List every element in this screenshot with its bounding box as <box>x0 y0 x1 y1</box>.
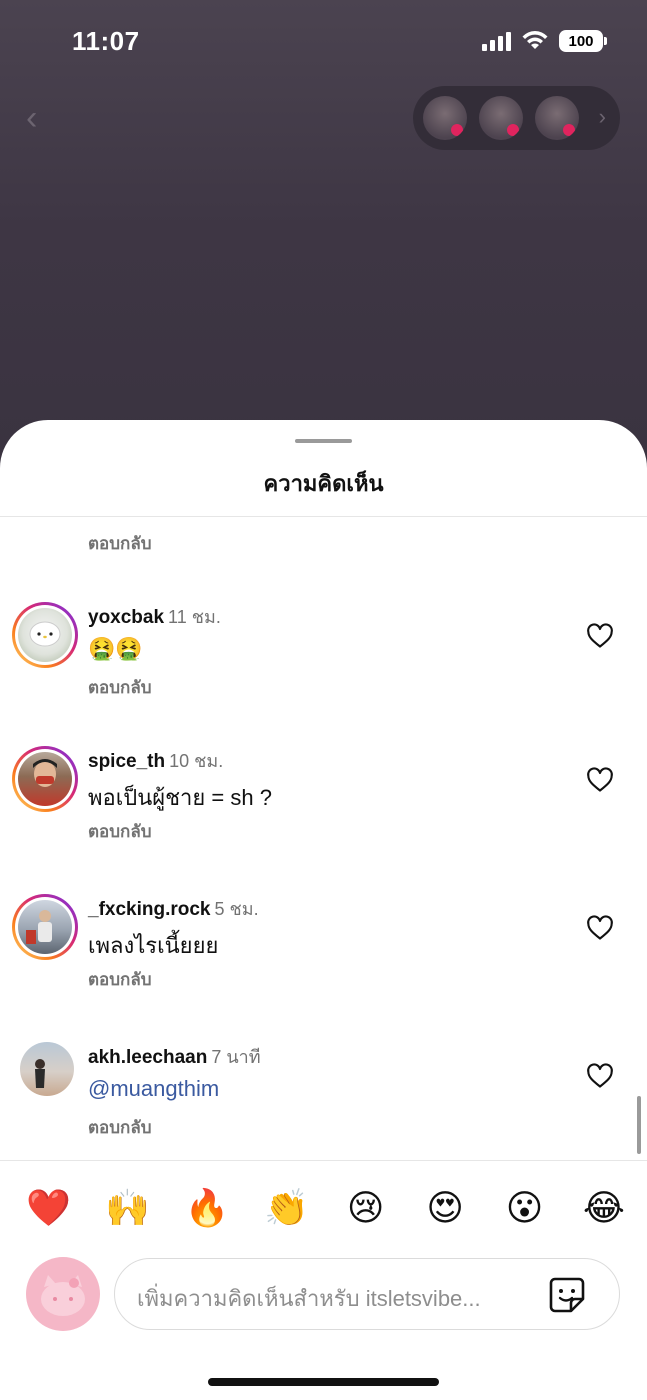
comment-item: spice_th 10 ชม. พอเป็นผู้ชาย = sh ? ตอบกล… <box>0 746 647 866</box>
wifi-icon <box>522 31 548 49</box>
heart-icon <box>563 124 575 136</box>
avatar[interactable] <box>12 602 78 668</box>
status-bar: 11:07 100 <box>0 0 647 86</box>
emoji-fire-button[interactable]: 🔥 <box>185 1186 230 1230</box>
story-viewers-pill[interactable]: › <box>413 86 620 150</box>
comment-time: 10 ชม. <box>169 751 224 771</box>
sticker-icon[interactable] <box>547 1275 587 1315</box>
comment-item: _fxcking.rock 5 ชม. เพลงไรเนี้ยยย ตอบกลับ <box>0 894 647 1014</box>
current-user-avatar <box>26 1257 100 1331</box>
heart-outline-icon[interactable] <box>586 622 614 650</box>
username-text[interactable]: spice_th <box>88 751 165 772</box>
status-icons: 100 <box>482 30 607 52</box>
username-text[interactable]: yoxcbak <box>88 607 164 628</box>
comment-text: เพลงไรเนี้ยยย <box>88 933 219 958</box>
comment-username[interactable]: akh.leechaan 7 นาที <box>88 1042 261 1071</box>
quick-emoji-bar: ❤️ 🙌 🔥 👏 😢 😍 😮 😂 <box>26 1186 626 1230</box>
avatar[interactable] <box>12 746 78 812</box>
emoji-crying-button[interactable]: 😢 <box>344 1186 388 1230</box>
emoji-raised-hands-button[interactable]: 🙌 <box>105 1186 150 1230</box>
viewer-avatar <box>479 96 523 140</box>
comment-time: 5 ชม. <box>214 899 259 919</box>
avatar[interactable] <box>12 894 78 960</box>
heart-outline-icon[interactable] <box>586 914 614 942</box>
reply-button[interactable]: ตอบกลับ <box>88 966 152 993</box>
heart-icon <box>451 124 463 136</box>
person-avatar-icon <box>26 910 52 944</box>
emoji-heart-button[interactable]: ❤️ <box>26 1186 71 1230</box>
divider <box>0 1160 647 1161</box>
comment-item: yoxcbak 11 ชม. 🤮🤮 ตอบกลับ <box>0 602 647 722</box>
person-avatar-icon <box>35 1059 45 1088</box>
reply-button[interactable]: ตอบกลับ <box>88 1114 152 1141</box>
viewer-avatar <box>423 96 467 140</box>
heart-outline-icon[interactable] <box>586 1062 614 1090</box>
reply-button[interactable]: ตอบกลับ <box>88 530 152 557</box>
heart-outline-icon[interactable] <box>586 766 614 794</box>
comment-input[interactable]: เพิ่มความคิดเห็นสำหรับ itsletsvibe... <box>114 1258 620 1330</box>
emoji-clap-button[interactable]: 👏 <box>264 1186 309 1230</box>
comment-time: 11 ชม. <box>168 607 221 627</box>
comment-text: 🤮🤮 <box>88 636 143 661</box>
viewer-avatar <box>535 96 579 140</box>
emoji-heart-eyes-button[interactable]: 😍 <box>423 1186 467 1230</box>
home-indicator <box>208 1378 439 1386</box>
battery-icon: 100 <box>559 30 607 52</box>
heart-icon <box>507 124 519 136</box>
comment-time: 7 นาที <box>211 1047 261 1067</box>
mention-link[interactable]: @muangthim <box>88 1076 219 1102</box>
chevron-right-icon: › <box>598 104 606 129</box>
previous-story-icon[interactable]: ‹ <box>26 100 50 136</box>
emoji-laughing-button[interactable]: 😂 <box>582 1186 626 1230</box>
comment-text: พอเป็นผู้ชาย = sh ? <box>88 785 272 810</box>
comment-username[interactable]: spice_th 10 ชม. <box>88 746 223 775</box>
person-avatar-icon <box>33 759 57 787</box>
comment-username[interactable]: yoxcbak 11 ชม. <box>88 602 221 631</box>
cellular-signal-icon <box>482 31 511 51</box>
hello-kitty-avatar-icon <box>41 1275 85 1316</box>
comment-username[interactable]: _fxcking.rock 5 ชม. <box>88 894 259 923</box>
reply-button[interactable]: ตอบกลับ <box>88 818 152 845</box>
avatar[interactable] <box>20 1042 74 1096</box>
username-text[interactable]: _fxcking.rock <box>88 899 211 920</box>
reply-button[interactable]: ตอบกลับ <box>88 674 152 701</box>
divider <box>0 516 647 517</box>
sheet-grabber[interactable] <box>295 439 352 443</box>
scrollbar[interactable] <box>637 1096 641 1154</box>
comment-item: akh.leechaan 7 นาที @muangthim ตอบกลับ <box>0 1042 647 1162</box>
hello-kitty-avatar-icon <box>29 621 61 647</box>
username-text[interactable]: akh.leechaan <box>88 1047 207 1068</box>
emoji-surprised-button[interactable]: 😮 <box>503 1186 547 1230</box>
sheet-title: ความคิดเห็น <box>263 471 384 496</box>
status-time: 11:07 <box>72 26 140 56</box>
comment-input-placeholder: เพิ่มความคิดเห็นสำหรับ itsletsvibe... <box>137 1286 481 1311</box>
comments-sheet: ความคิดเห็น ตอบกลับ yoxcbak 11 ชม. 🤮🤮 ตอบ… <box>0 420 647 1400</box>
